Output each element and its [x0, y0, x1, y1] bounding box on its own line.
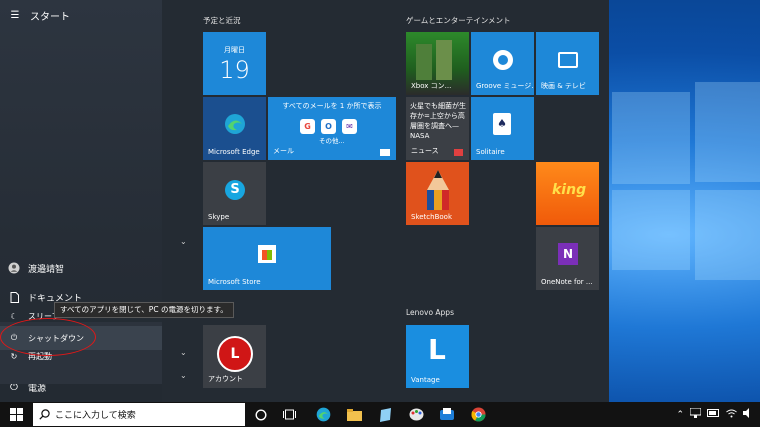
king-crown-icon: king: [552, 182, 587, 198]
king-game-tile[interactable]: king: [536, 162, 599, 225]
mail-taskbar-icon[interactable]: [436, 402, 458, 427]
group-label-plans[interactable]: 予定と近況: [203, 15, 241, 26]
vantage-icon: L: [428, 333, 446, 366]
groove-tile[interactable]: Groove ミュージ...: [471, 32, 534, 95]
onenote-label: OneNote for ...: [541, 278, 593, 286]
vantage-tile[interactable]: L Vantage: [406, 325, 469, 388]
movie-icon: [558, 52, 578, 68]
user-name: 渡邉靖智: [28, 264, 65, 275]
user-avatar-icon: [0, 262, 28, 274]
edge-icon: [225, 114, 245, 134]
movies-tile[interactable]: 映画 & テレビ: [536, 32, 599, 95]
store-icon-grid: [262, 250, 272, 260]
news-headline: 火星でも細菌が生存か=上空から高層圏を調査へ—NASA: [410, 102, 466, 140]
solitaire-icon: ♠: [493, 113, 511, 135]
skype-label: Skype: [208, 213, 230, 221]
start-menu: ☰ スタート 渡邉靖智 ドキュメント ⏻ 電源 ☾ スリープ ⏻ シャットダウン: [0, 0, 609, 402]
calendar-day: 月曜日: [224, 46, 245, 54]
news-icon: [454, 149, 463, 156]
calendar-date: 19: [219, 56, 250, 84]
account-label: アカウント: [208, 375, 243, 383]
highlight-ellipse: [0, 318, 96, 356]
cortana-icon[interactable]: [250, 402, 272, 427]
movies-label: 映画 & テレビ: [541, 82, 586, 90]
store-tile[interactable]: Microsoft Store: [203, 227, 331, 290]
solitaire-label: Solitaire: [476, 148, 505, 156]
chevron-down-icon[interactable]: ⌄: [180, 371, 187, 380]
edge-label: Microsoft Edge: [208, 148, 260, 156]
file-explorer-icon[interactable]: [343, 402, 365, 427]
store-label: Microsoft Store: [208, 278, 261, 286]
xbox-label: Xbox コン...: [411, 82, 452, 90]
wifi-icon[interactable]: [726, 409, 737, 421]
task-view-icon[interactable]: [278, 402, 300, 427]
search-placeholder: ここに入力して検索: [55, 411, 136, 421]
battery-icon[interactable]: [707, 409, 720, 420]
mail-account-icons: G O ✉: [300, 119, 357, 134]
sketchbook-tile[interactable]: SketchBook: [406, 162, 469, 225]
sketchbook-label: SketchBook: [411, 213, 453, 221]
chevron-up-icon[interactable]: ⌃: [676, 410, 684, 420]
mail-tile[interactable]: すべてのメールを 1 か所で表示 G O ✉ その他... メール: [268, 97, 396, 160]
chevron-down-icon[interactable]: ⌄: [180, 237, 187, 246]
calendar-tile[interactable]: 月曜日 19: [203, 32, 266, 95]
search-icon: [33, 409, 55, 420]
lock-icon: L: [217, 336, 253, 372]
hamburger-icon: ☰: [10, 10, 20, 21]
desktop-light-beam: [612, 92, 690, 184]
start-title: スタート: [30, 12, 70, 23]
user-account[interactable]: 渡邉靖智: [0, 255, 162, 281]
envelope-icon: [380, 149, 390, 156]
account-tile[interactable]: L アカウント: [203, 325, 266, 388]
desktop-light-beam: [612, 190, 690, 270]
pencil-icon: [427, 170, 449, 210]
groove-label: Groove ミュージ...: [476, 82, 534, 90]
desktop-light-beam: [695, 82, 760, 182]
news-tile[interactable]: 火星でも細菌が生存か=上空から高層圏を調査へ—NASA ニュース: [406, 97, 469, 160]
edge-taskbar-icon[interactable]: [312, 402, 334, 427]
shutdown-tooltip: すべてのアプリを閉じて、PC の電源を切ります。: [54, 302, 234, 318]
paint-icon[interactable]: [405, 402, 427, 427]
document-icon: [0, 291, 28, 303]
skype-icon: S: [225, 180, 245, 200]
network-icon[interactable]: [689, 407, 702, 421]
edge-tile[interactable]: Microsoft Edge: [203, 97, 266, 160]
google-icon: G: [300, 119, 315, 134]
group-label-lenovo[interactable]: Lenovo Apps: [406, 308, 454, 317]
minecraft-character-icon: [436, 40, 452, 80]
outlook-icon: O: [321, 119, 336, 134]
mail-heading: すべてのメールを 1 か所で表示: [282, 102, 382, 110]
yahoo-icon: ✉: [342, 119, 357, 134]
onenote-tile[interactable]: N OneNote for ...: [536, 227, 599, 290]
moon-icon: ☾: [10, 311, 18, 321]
skype-tile[interactable]: S Skype: [203, 162, 266, 225]
start-header[interactable]: ☰ スタート: [0, 8, 70, 23]
windows-start-icon[interactable]: [0, 402, 32, 427]
group-label-games[interactable]: ゲームとエンターテインメント: [406, 15, 511, 26]
notepad-icon[interactable]: [374, 402, 396, 427]
volume-icon[interactable]: [743, 408, 754, 421]
chevron-down-icon[interactable]: ⌄: [180, 348, 187, 357]
system-tray: ⌃: [676, 402, 754, 427]
onenote-icon: N: [558, 243, 578, 265]
mail-label: メール: [273, 147, 294, 155]
xbox-tile[interactable]: Xbox コン...: [406, 32, 469, 95]
groove-icon: [493, 50, 513, 70]
mail-more: その他...: [319, 137, 345, 145]
vantage-label: Vantage: [411, 376, 440, 384]
solitaire-tile[interactable]: ♠ Solitaire: [471, 97, 534, 160]
desktop-light-beam: [695, 190, 760, 280]
taskbar-search[interactable]: ここに入力して検索: [33, 403, 245, 426]
news-label: ニュース: [411, 147, 439, 155]
chrome-icon[interactable]: [467, 402, 489, 427]
minecraft-character-icon: [416, 44, 432, 80]
